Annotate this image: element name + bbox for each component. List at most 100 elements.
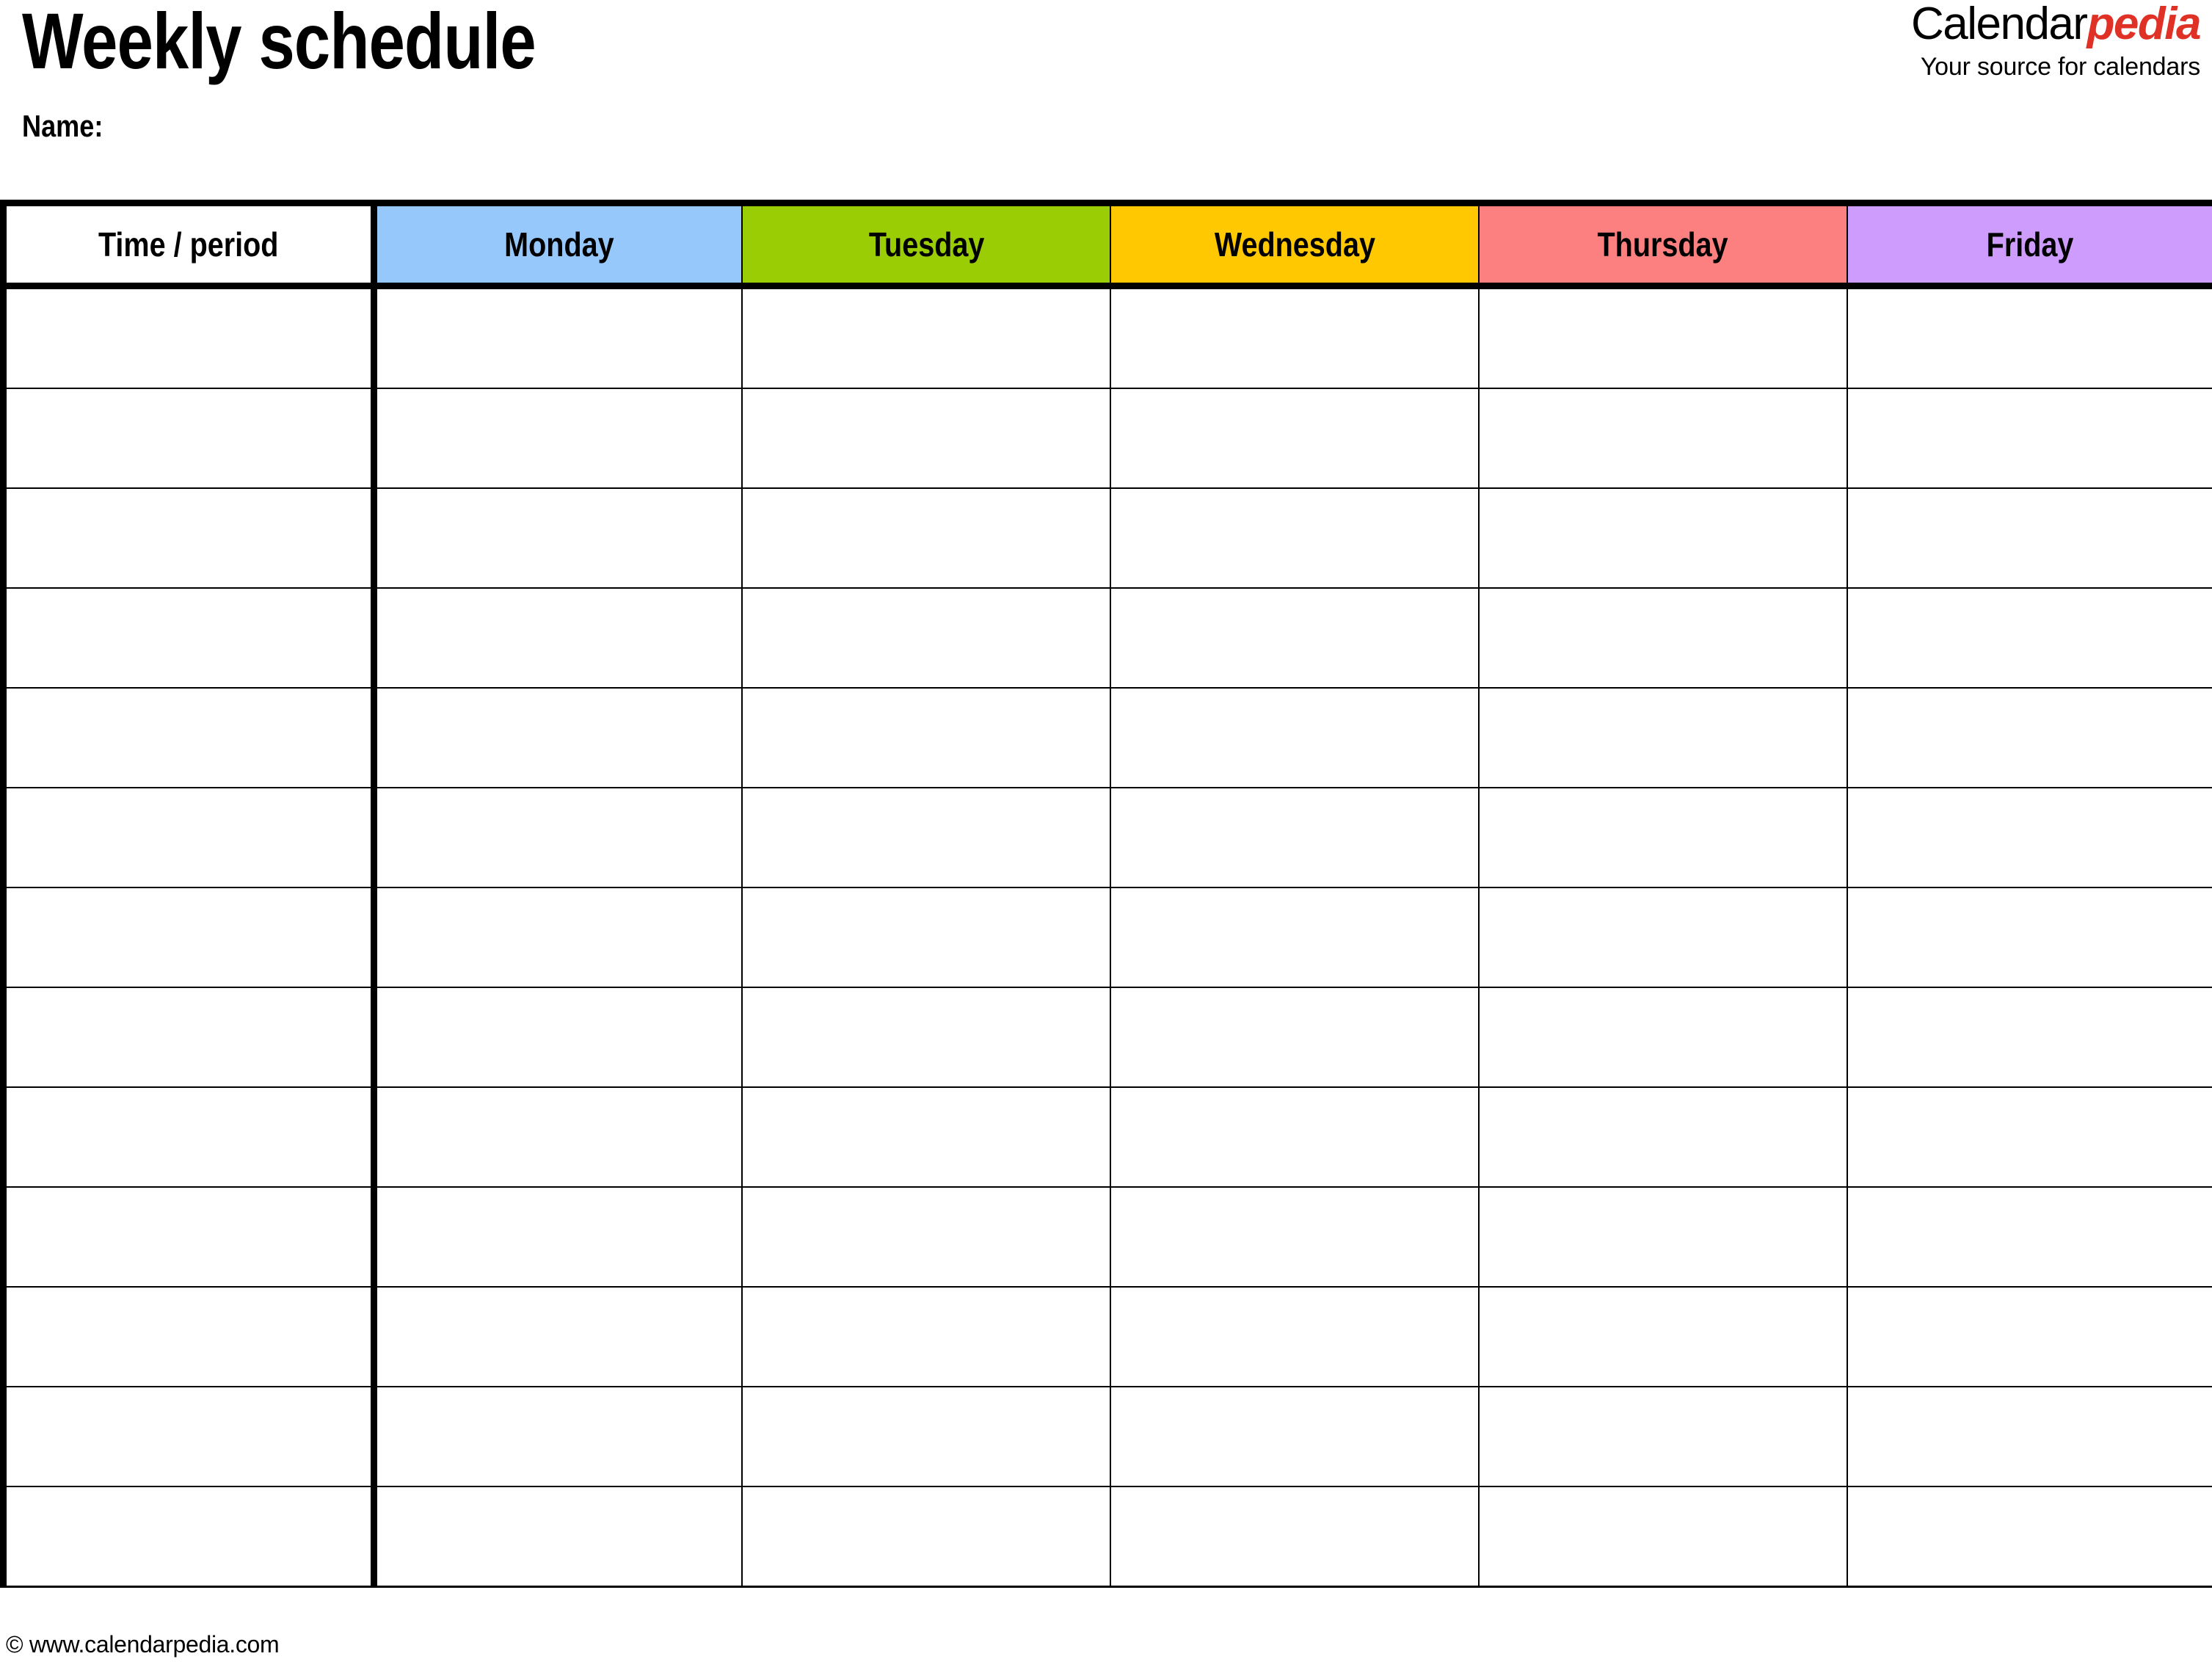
schedule-entry-cell[interactable] <box>741 1386 1112 1487</box>
column-header-time-label: Time / period <box>98 225 279 264</box>
time-period-cell[interactable] <box>0 987 377 1088</box>
schedule-entry-cell[interactable] <box>1846 687 2212 788</box>
schedule-entry-cell[interactable] <box>1110 987 1480 1088</box>
time-period-cell[interactable] <box>0 587 377 689</box>
time-period-cell[interactable] <box>0 286 377 389</box>
schedule-entry-cell[interactable] <box>1477 987 1848 1088</box>
schedule-entry-cell[interactable] <box>1846 487 2212 589</box>
time-period-cell[interactable] <box>0 487 377 589</box>
table-row <box>0 1386 2212 1487</box>
brand-name: Calendarpedia <box>1910 0 2202 49</box>
table-row <box>0 286 2212 389</box>
time-period-cell[interactable] <box>0 388 377 489</box>
schedule-entry-cell[interactable] <box>1846 787 2212 888</box>
schedule-entry-cell[interactable] <box>1110 388 1480 489</box>
schedule-entry-cell[interactable] <box>1846 286 2212 389</box>
table-row <box>0 1486 2212 1588</box>
column-header-monday: Monday <box>373 200 743 289</box>
schedule-entry-cell[interactable] <box>1477 388 1848 489</box>
schedule-entry-cell[interactable] <box>373 388 743 489</box>
calendarpedia-logo: Calendarpedia Your source for calendars <box>1910 0 2202 80</box>
schedule-entry-cell[interactable] <box>373 987 743 1088</box>
schedule-entry-cell[interactable] <box>1846 1286 2212 1387</box>
schedule-entry-cell[interactable] <box>1110 487 1480 589</box>
table-row <box>0 1286 2212 1387</box>
schedule-entry-cell[interactable] <box>741 1186 1112 1288</box>
schedule-entry-cell[interactable] <box>1477 1186 1848 1288</box>
schedule-entry-cell[interactable] <box>1846 1386 2212 1487</box>
time-period-cell[interactable] <box>0 1486 377 1588</box>
table-body <box>0 286 2212 1588</box>
schedule-entry-cell[interactable] <box>1846 1086 2212 1188</box>
table-row <box>0 887 2212 988</box>
schedule-entry-cell[interactable] <box>1110 1386 1480 1487</box>
schedule-entry-cell[interactable] <box>741 1286 1112 1387</box>
time-period-cell[interactable] <box>0 787 377 888</box>
schedule-entry-cell[interactable] <box>1846 388 2212 489</box>
schedule-entry-cell[interactable] <box>1110 687 1480 788</box>
column-header-wednesday-label: Wednesday <box>1214 225 1375 264</box>
schedule-entry-cell[interactable] <box>373 687 743 788</box>
table-row <box>0 987 2212 1088</box>
schedule-entry-cell[interactable] <box>1110 887 1480 988</box>
schedule-entry-cell[interactable] <box>1110 787 1480 888</box>
schedule-entry-cell[interactable] <box>741 787 1112 888</box>
schedule-entry-cell[interactable] <box>1110 1186 1480 1288</box>
schedule-entry-cell[interactable] <box>741 887 1112 988</box>
schedule-entry-cell[interactable] <box>741 987 1112 1088</box>
schedule-entry-cell[interactable] <box>373 587 743 689</box>
schedule-entry-cell[interactable] <box>1477 687 1848 788</box>
schedule-entry-cell[interactable] <box>741 1086 1112 1188</box>
time-period-cell[interactable] <box>0 1186 377 1288</box>
schedule-entry-cell[interactable] <box>1477 286 1848 389</box>
schedule-entry-cell[interactable] <box>1477 1486 1848 1588</box>
schedule-entry-cell[interactable] <box>373 1086 743 1188</box>
schedule-entry-cell[interactable] <box>1477 1386 1848 1487</box>
schedule-entry-cell[interactable] <box>373 286 743 389</box>
time-period-cell[interactable] <box>0 887 377 988</box>
time-period-cell[interactable] <box>0 1386 377 1487</box>
schedule-entry-cell[interactable] <box>1477 887 1848 988</box>
schedule-entry-cell[interactable] <box>1110 286 1480 389</box>
schedule-entry-cell[interactable] <box>373 787 743 888</box>
time-period-cell[interactable] <box>0 687 377 788</box>
page-title: Weekly schedule <box>22 0 536 85</box>
schedule-entry-cell[interactable] <box>373 1486 743 1588</box>
schedule-entry-cell[interactable] <box>1110 587 1480 689</box>
table-row <box>0 1086 2212 1188</box>
schedule-entry-cell[interactable] <box>373 487 743 589</box>
schedule-entry-cell[interactable] <box>1110 1286 1480 1387</box>
schedule-entry-cell[interactable] <box>1846 887 2212 988</box>
schedule-entry-cell[interactable] <box>1477 587 1848 689</box>
brand-name-pedia: pedia <box>2087 0 2202 49</box>
column-header-monday-label: Monday <box>504 225 614 264</box>
schedule-entry-cell[interactable] <box>1846 987 2212 1088</box>
schedule-entry-cell[interactable] <box>1477 787 1848 888</box>
schedule-entry-cell[interactable] <box>373 1186 743 1288</box>
schedule-entry-cell[interactable] <box>373 887 743 988</box>
schedule-entry-cell[interactable] <box>1477 1286 1848 1387</box>
header-row: Time / period Monday Tuesday Wednesday T… <box>0 200 2212 289</box>
column-header-tuesday-label: Tuesday <box>868 225 984 264</box>
schedule-entry-cell[interactable] <box>741 587 1112 689</box>
schedule-entry-cell[interactable] <box>741 487 1112 589</box>
schedule-entry-cell[interactable] <box>741 286 1112 389</box>
schedule-entry-cell[interactable] <box>741 687 1112 788</box>
schedule-entry-cell[interactable] <box>1110 1486 1480 1588</box>
schedule-entry-cell[interactable] <box>1846 587 2212 689</box>
schedule-entry-cell[interactable] <box>1846 1486 2212 1588</box>
brand-name-calendar: Calendar <box>1910 0 2088 49</box>
schedule-entry-cell[interactable] <box>741 388 1112 489</box>
schedule-entry-cell[interactable] <box>373 1386 743 1487</box>
schedule-entry-cell[interactable] <box>1477 1086 1848 1188</box>
time-period-cell[interactable] <box>0 1286 377 1387</box>
name-field-label: Name: <box>22 109 103 143</box>
schedule-entry-cell[interactable] <box>741 1486 1112 1588</box>
page-header: Weekly schedule Name: Calendarpedia Your… <box>0 0 2212 200</box>
time-period-cell[interactable] <box>0 1086 377 1188</box>
column-header-friday-label: Friday <box>1986 225 2074 264</box>
schedule-entry-cell[interactable] <box>373 1286 743 1387</box>
schedule-entry-cell[interactable] <box>1846 1186 2212 1288</box>
schedule-entry-cell[interactable] <box>1477 487 1848 589</box>
schedule-entry-cell[interactable] <box>1110 1086 1480 1188</box>
